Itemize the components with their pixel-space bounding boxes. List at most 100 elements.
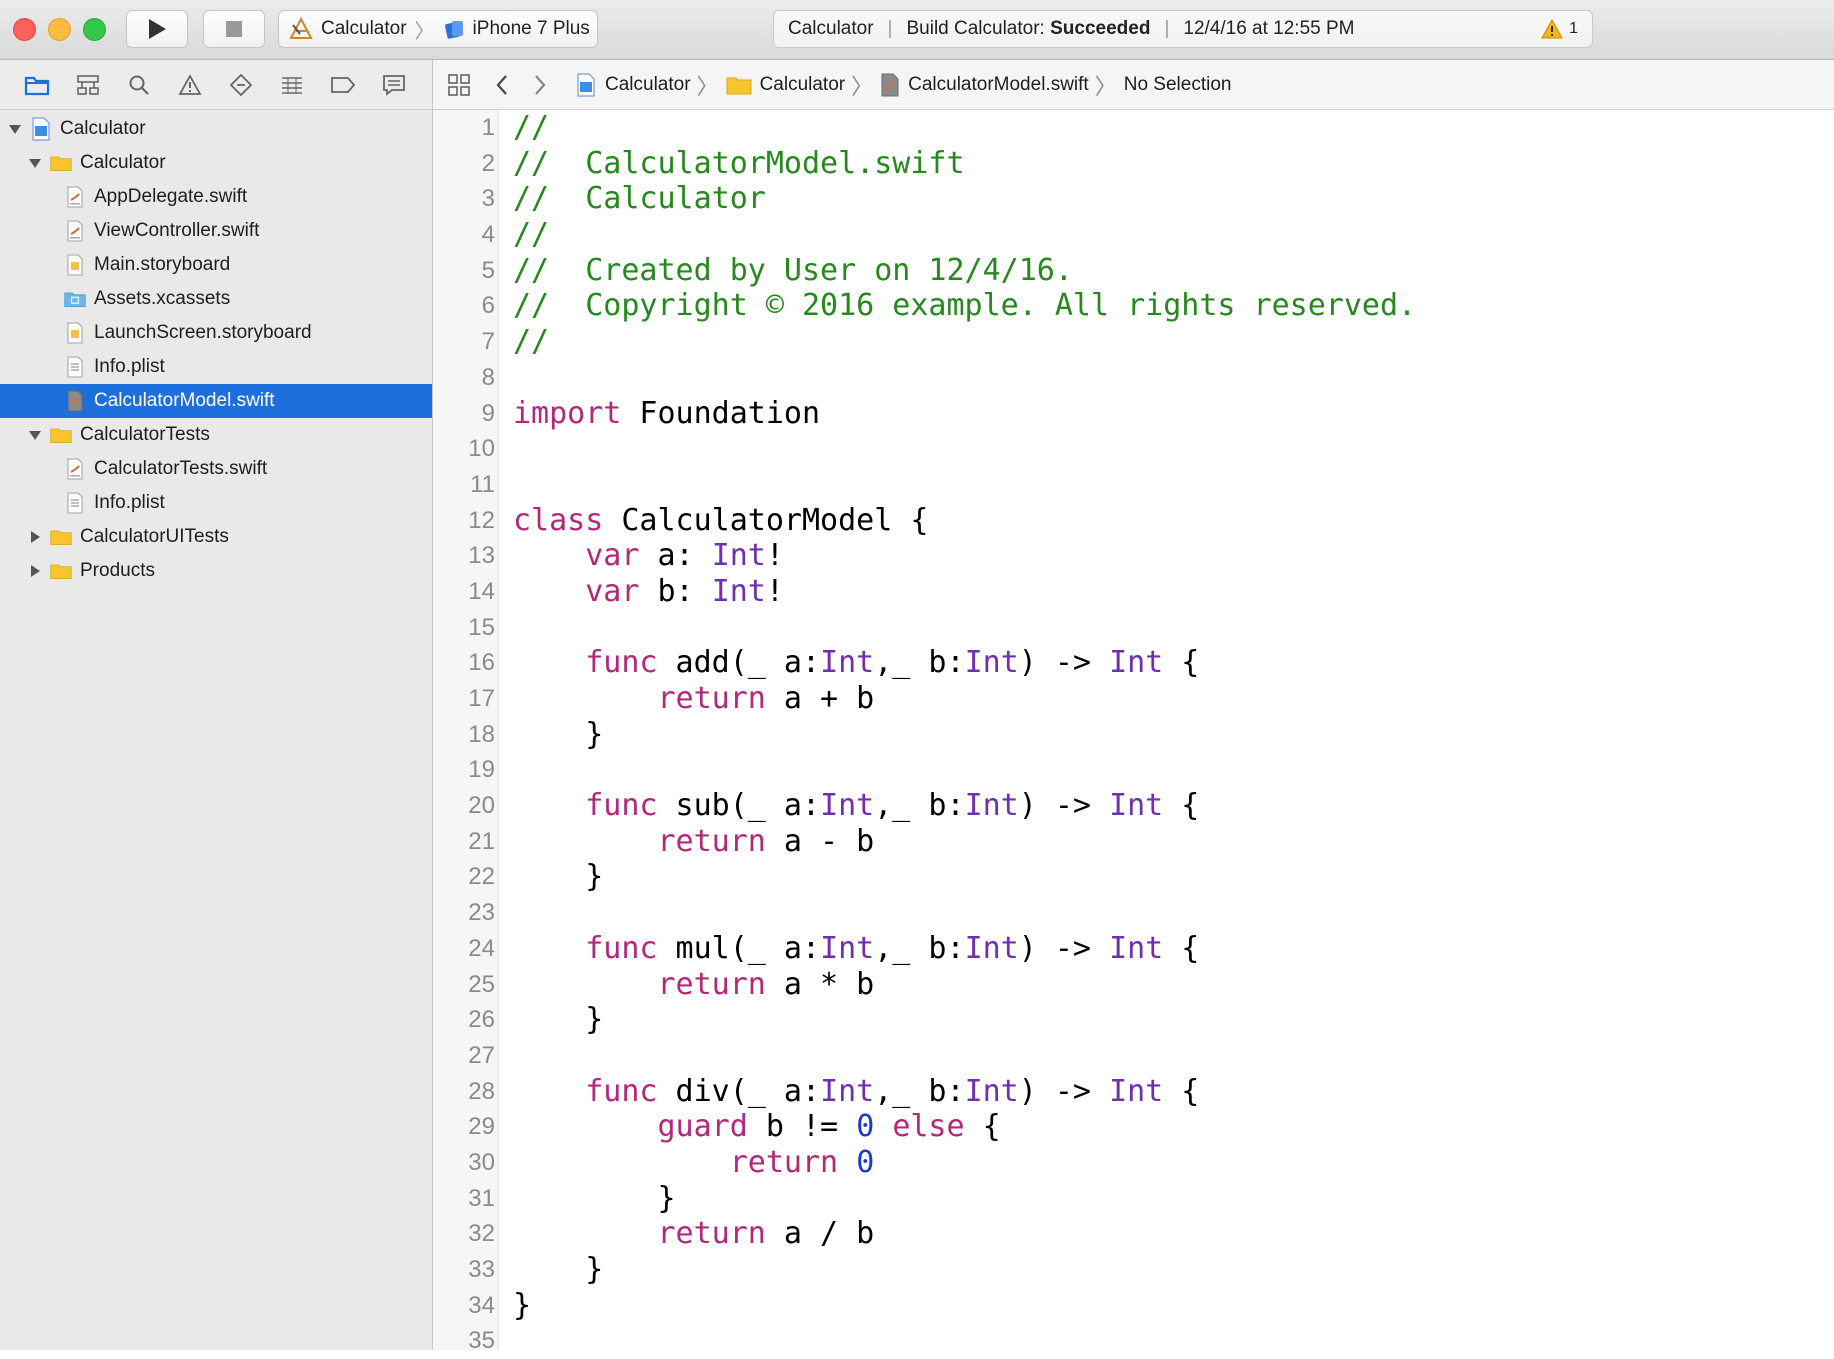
related-items-button[interactable] xyxy=(445,73,473,97)
code-line[interactable]: 29 guard b != 0 else { xyxy=(433,1109,1834,1145)
code-token: // xyxy=(513,324,550,360)
line-number: 34 xyxy=(468,1291,495,1319)
code-text: // Copyright © 2016 example. All rights … xyxy=(513,288,1416,324)
jump-bar-crumb-symbol[interactable]: No Selection xyxy=(1124,74,1232,96)
run-button[interactable] xyxy=(126,10,188,48)
code-line[interactable]: 20 func sub(_ a:Int,_ b:Int) -> Int { xyxy=(433,788,1834,824)
report-navigator-tab[interactable] xyxy=(379,70,409,100)
code-line[interactable]: 2 // CalculatorModel.swift xyxy=(433,146,1834,182)
tree-item-label: ViewController.swift xyxy=(94,220,260,241)
line-number: 20 xyxy=(468,792,495,820)
tree-item[interactable]: ViewController.swift xyxy=(0,214,432,248)
code-line[interactable]: 21 return a - b xyxy=(433,824,1834,860)
jump-bar-crumb-project[interactable]: Calculator 〉 xyxy=(575,69,726,101)
code-line[interactable]: 10 xyxy=(433,431,1834,467)
code-token: 0 xyxy=(856,1144,875,1180)
tree-item[interactable]: LaunchScreen.storyboard xyxy=(0,316,432,350)
code-line[interactable]: 33 } xyxy=(433,1252,1834,1288)
scheme-selector[interactable]: Calculator 〉 iPhone 7 Plus xyxy=(278,10,598,48)
code-line[interactable]: 25 return a * b xyxy=(433,967,1834,1003)
code-line[interactable]: 24 func mul(_ a:Int,_ b:Int) -> Int { xyxy=(433,931,1834,967)
code-line[interactable]: 13 var a: Int! xyxy=(433,538,1834,574)
debug-navigator-tab[interactable] xyxy=(277,70,307,100)
tree-item[interactable]: CalculatorTests xyxy=(0,418,432,452)
find-navigator-tab[interactable] xyxy=(124,70,154,100)
tree-item-label: LaunchScreen.storyboard xyxy=(94,322,312,343)
forward-button[interactable] xyxy=(529,74,551,96)
code-token: a / b xyxy=(765,1216,875,1252)
close-window-button[interactable] xyxy=(13,18,36,41)
tree-item[interactable]: CalculatorTests.swift xyxy=(0,452,432,486)
disclosure-triangle-open-icon[interactable] xyxy=(26,426,44,444)
issue-navigator-tab[interactable] xyxy=(175,70,205,100)
code-token: Int xyxy=(711,573,766,609)
symbol-navigator-tab[interactable] xyxy=(73,70,103,100)
folder-icon xyxy=(50,424,72,446)
code-token: { xyxy=(1163,645,1200,681)
code-line[interactable]: 8 xyxy=(433,360,1834,396)
code-line[interactable]: 17 return a + b xyxy=(433,681,1834,717)
stop-button[interactable] xyxy=(203,10,265,48)
disclosure-triangle-closed-icon[interactable] xyxy=(26,528,44,546)
back-button[interactable] xyxy=(491,74,513,96)
code-line[interactable]: 12 class CalculatorModel { xyxy=(433,503,1834,539)
code-line[interactable]: 28 func div(_ a:Int,_ b:Int) -> Int { xyxy=(433,1074,1834,1110)
disclosure-triangle-open-icon[interactable] xyxy=(6,120,24,138)
jump-bar-crumb-file[interactable]: CalculatorModel.swift 〉 xyxy=(880,69,1124,101)
code-line[interactable]: 14 var b: Int! xyxy=(433,574,1834,610)
code-line[interactable]: 23 xyxy=(433,895,1834,931)
tree-item[interactable]: Info.plist xyxy=(0,350,432,384)
tree-item[interactable]: Calculator xyxy=(0,146,432,180)
source-editor[interactable]: 1 // 2 // CalculatorModel.swift 3 // Calculat… xyxy=(433,110,1834,1354)
tree-item-label: Products xyxy=(80,560,155,581)
code-token: Int xyxy=(820,1073,875,1109)
test-navigator-tab[interactable] xyxy=(226,70,256,100)
disclosure-triangle-open-icon[interactable] xyxy=(26,154,44,172)
code-token: ) -> xyxy=(1018,930,1110,966)
code-line[interactable]: 4 // xyxy=(433,217,1834,253)
code-line[interactable]: 22 } xyxy=(433,859,1834,895)
tree-item[interactable]: CalculatorUITests xyxy=(0,520,432,554)
warning-indicator[interactable]: 1 xyxy=(1541,19,1578,39)
code-text: return a - b xyxy=(513,824,875,860)
code-line[interactable]: 30 return 0 xyxy=(433,1145,1834,1181)
code-line[interactable]: 1 // xyxy=(433,110,1834,146)
code-line[interactable]: 3 // Calculator xyxy=(433,181,1834,217)
tree-item[interactable]: Info.plist xyxy=(0,486,432,520)
code-line[interactable]: 15 xyxy=(433,610,1834,646)
code-line[interactable]: 26 } xyxy=(433,1002,1834,1038)
disclosure-triangle-closed-icon[interactable] xyxy=(26,562,44,580)
code-line[interactable]: 9 import Foundation xyxy=(433,396,1834,432)
code-line[interactable]: 34} xyxy=(433,1288,1834,1324)
tree-item[interactable]: AppDelegate.swift xyxy=(0,180,432,214)
code-line[interactable]: 19 xyxy=(433,752,1834,788)
tree-item[interactable]: Products xyxy=(0,554,432,588)
tree-item[interactable]: Calculator xyxy=(0,112,432,146)
tree-item[interactable]: CalculatorModel.swift xyxy=(0,384,432,418)
code-area[interactable]: 1 // 2 // CalculatorModel.swift 3 // Calculat… xyxy=(433,110,1834,1359)
code-token: { xyxy=(1163,930,1200,966)
code-line[interactable]: 11 xyxy=(433,467,1834,503)
code-line[interactable]: 18 } xyxy=(433,717,1834,753)
code-line[interactable]: 16 func add(_ a:Int,_ b:Int) -> Int { xyxy=(433,645,1834,681)
project-navigator-tab[interactable] xyxy=(22,70,52,100)
code-text: // CalculatorModel.swift xyxy=(513,146,965,182)
line-number: 24 xyxy=(468,934,495,962)
breakpoint-navigator-tab[interactable] xyxy=(328,70,358,100)
code-line[interactable]: 27 xyxy=(433,1038,1834,1074)
code-line[interactable]: 35 xyxy=(433,1323,1834,1359)
code-token: div(_ a: xyxy=(657,1073,821,1109)
tree-item[interactable]: Main.storyboard xyxy=(0,248,432,282)
jump-bar-crumb-group[interactable]: Calculator 〉 xyxy=(726,69,881,101)
code-line[interactable]: 7 // xyxy=(433,324,1834,360)
crumb-separator: 〉 xyxy=(696,73,719,99)
zoom-window-button[interactable] xyxy=(83,18,106,41)
minimize-window-button[interactable] xyxy=(48,18,71,41)
code-line[interactable]: 32 return a / b xyxy=(433,1216,1834,1252)
code-line[interactable]: 31 } xyxy=(433,1181,1834,1217)
code-line[interactable]: 5 // Created by User on 12/4/16. xyxy=(433,253,1834,289)
code-token: Int xyxy=(1109,930,1164,966)
tree-item[interactable]: Assets.xcassets xyxy=(0,282,432,316)
code-line[interactable]: 6 // Copyright © 2016 example. All rights… xyxy=(433,288,1834,324)
